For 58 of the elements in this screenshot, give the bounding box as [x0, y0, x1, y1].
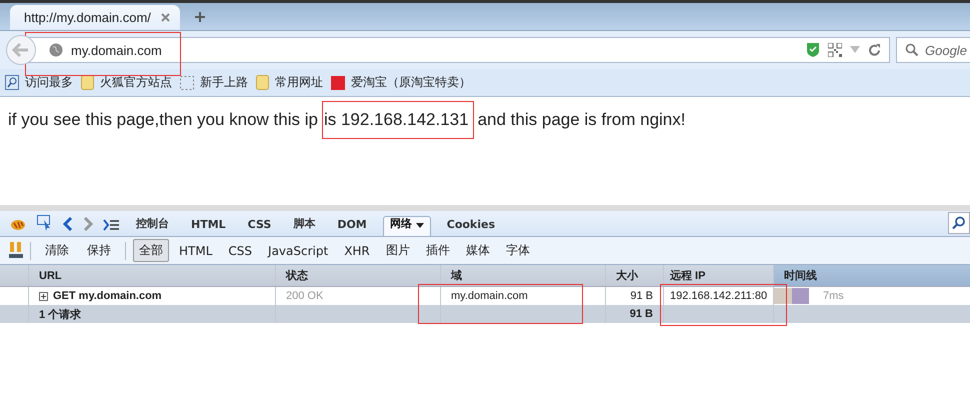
folder-icon: [256, 75, 269, 90]
panel-tab[interactable]: 网络: [382, 216, 431, 236]
timing-label: 7ms: [823, 290, 844, 302]
filter-button[interactable]: 字体: [500, 239, 536, 262]
action-button[interactable]: 清除: [38, 239, 76, 262]
bookmark-item[interactable]: 新手上路: [180, 74, 248, 91]
annotated-text: is 192.168.142.131: [322, 101, 474, 139]
panel-tab[interactable]: 脚本: [287, 216, 322, 236]
request-count: 1 个请求: [28, 305, 275, 323]
bookmark-item[interactable]: 访问最多: [5, 74, 73, 91]
column-header[interactable]: 时间线: [773, 265, 970, 286]
search-icon[interactable]: [952, 216, 966, 230]
page-message: if you see this page,then you know this ip: [8, 110, 318, 130]
pause-icon[interactable]: [9, 242, 23, 259]
total-size: 91 B: [605, 305, 663, 323]
panel-tab[interactable]: DOM: [331, 216, 373, 236]
close-icon[interactable]: [161, 13, 170, 22]
page-message: and this page is from nginx!: [478, 110, 686, 130]
panel-tab[interactable]: 控制台: [130, 216, 175, 236]
filter-button[interactable]: CSS: [222, 240, 258, 260]
browser-tab[interactable]: http://my.domain.com/: [10, 5, 180, 30]
timeline-bar: [774, 288, 809, 304]
shop-icon: [331, 76, 345, 90]
filter-button[interactable]: 全部: [133, 239, 169, 262]
dashed-square-icon: [180, 76, 194, 90]
new-tab-icon[interactable]: [194, 11, 206, 23]
magnifier-icon: [5, 75, 19, 90]
search-field[interactable]: Google: [896, 37, 970, 63]
column-header[interactable]: URL: [28, 265, 275, 286]
search-icon: [905, 43, 919, 57]
filter-button[interactable]: JavaScript: [262, 240, 334, 260]
filter-button[interactable]: 图片: [380, 239, 416, 262]
filter-button[interactable]: 插件: [420, 239, 456, 262]
qr-code-icon[interactable]: [828, 43, 842, 57]
action-button[interactable]: 保持: [80, 239, 118, 262]
filter-button[interactable]: XHR: [338, 240, 376, 260]
bookmark-item[interactable]: 爱淘宝（原淘宝特卖）: [331, 74, 471, 91]
command-line-icon[interactable]: [103, 219, 120, 231]
dropdown-icon[interactable]: [416, 223, 424, 228]
folder-icon: [81, 75, 94, 90]
reload-icon[interactable]: [868, 44, 881, 56]
globe-icon: [49, 43, 63, 57]
panel-tab[interactable]: Cookies: [440, 216, 502, 236]
bookmark-item[interactable]: 火狐官方站点: [81, 74, 172, 91]
shield-icon[interactable]: [806, 42, 820, 58]
column-header[interactable]: 域: [440, 265, 605, 286]
column-header[interactable]: 大小: [605, 265, 663, 286]
expand-icon[interactable]: [39, 292, 48, 300]
panel-tab[interactable]: HTML: [185, 216, 232, 236]
column-header[interactable]: 状态: [275, 265, 440, 286]
bug-icon[interactable]: [9, 217, 27, 231]
search-button[interactable]: [948, 212, 970, 234]
panel-tab[interactable]: CSS: [242, 216, 278, 236]
filter-button[interactable]: 媒体: [460, 239, 496, 262]
filter-button[interactable]: HTML: [173, 240, 218, 260]
address-field[interactable]: my.domain.com: [28, 37, 890, 63]
bookmark-item[interactable]: 常用网址: [256, 74, 323, 91]
pointer-icon[interactable]: [37, 215, 53, 231]
